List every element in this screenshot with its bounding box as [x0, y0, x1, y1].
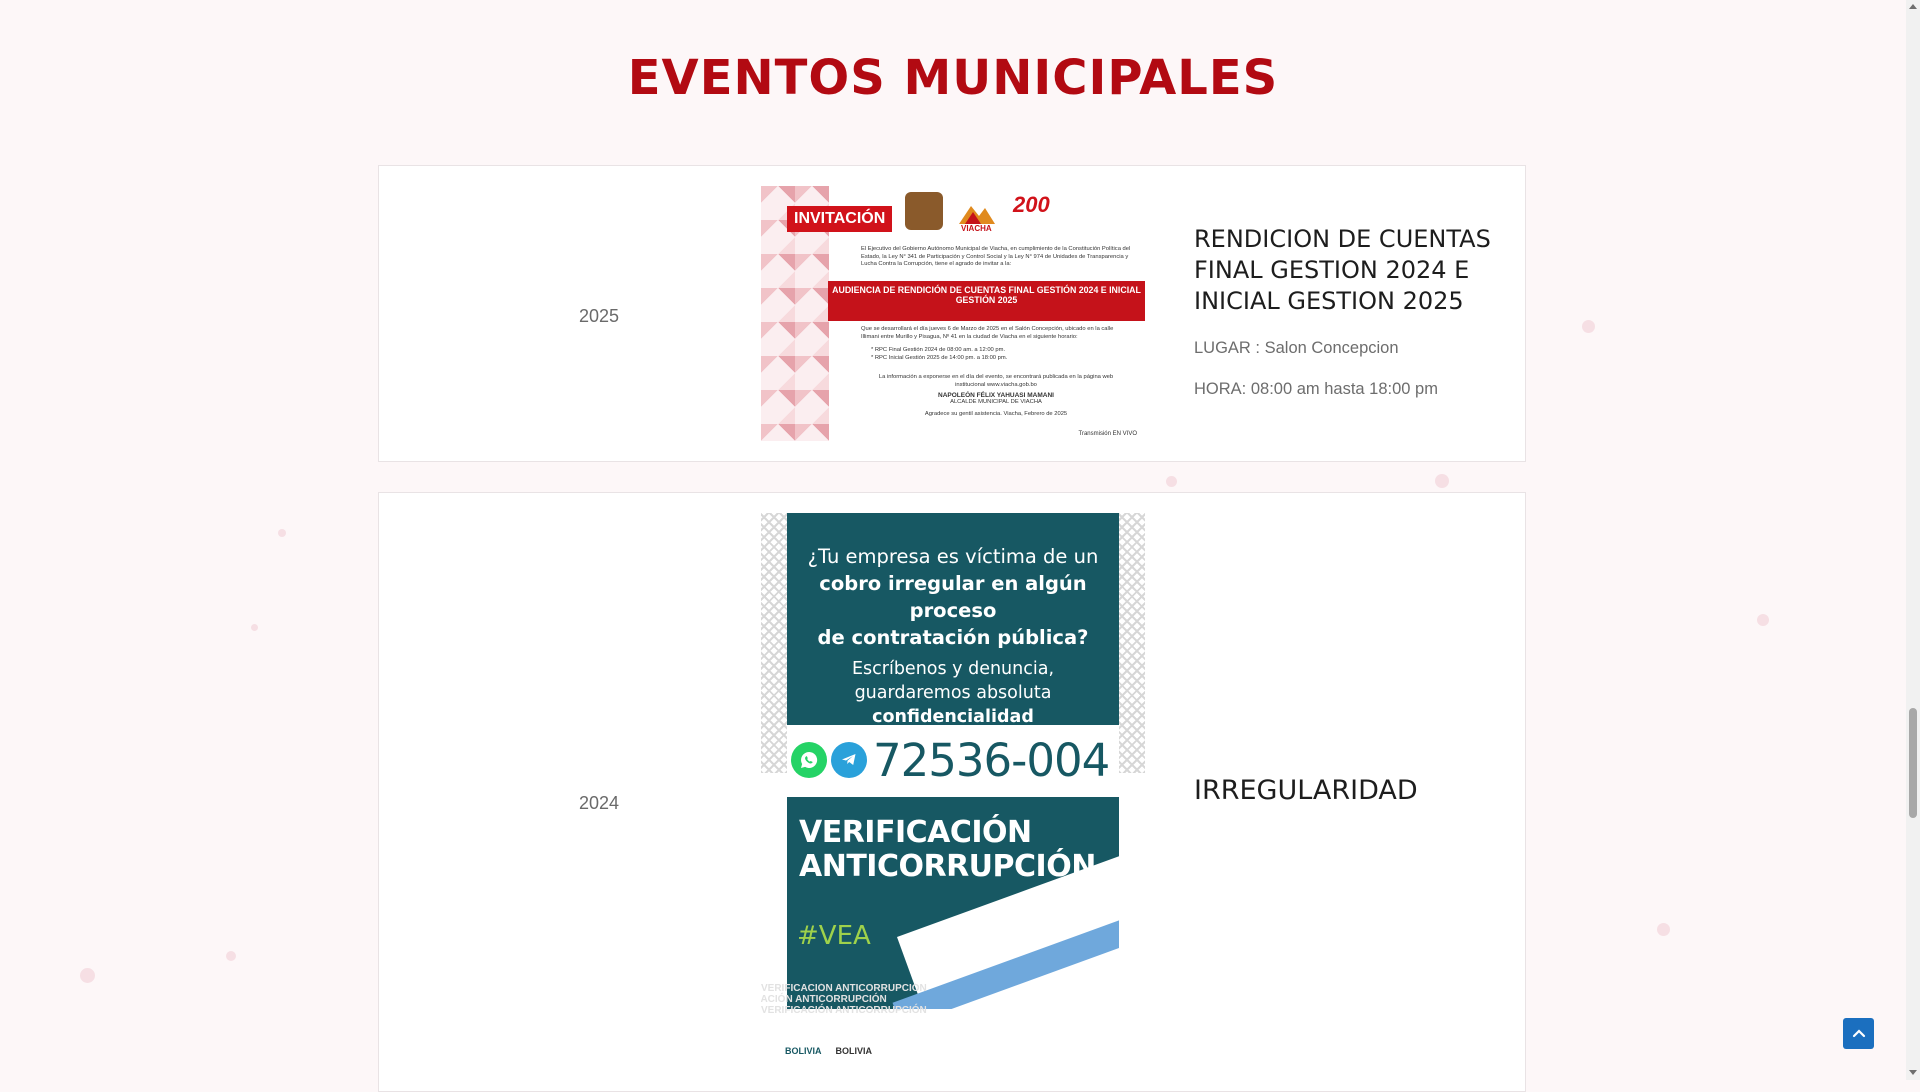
bg-dot — [1166, 476, 1177, 487]
arrow-up-icon — [1852, 1028, 1865, 1037]
page-title: EVENTOS MUNICIPALES — [627, 50, 1279, 106]
scrollbar-thumb[interactable] — [1909, 708, 1917, 818]
poster-watermark-line: VERIFICACIÓN ANTICORRUPCIÓN — [761, 994, 887, 1005]
poster-call-line: confidencialidad — [872, 707, 1034, 727]
bolivia-logo: BOLIVIA — [785, 1046, 822, 1056]
bolivia-logo: BOLIVIA — [835, 1046, 873, 1056]
poster-footer: Transmisión EN VIVO — [1078, 431, 1137, 437]
poster-details-text: Que se desarrollará el día jueves 6 de M… — [861, 326, 1114, 340]
poster-pattern — [1119, 513, 1145, 773]
poster-schedule-item: * RPC Inicial Gestión 2025 de 14:00 pm. … — [871, 355, 1008, 361]
bg-dot — [278, 529, 286, 537]
bg-dot — [1657, 923, 1670, 936]
poster-phone-row: 72536-004 — [787, 731, 1119, 789]
event-time: HORA: 08:00 am hasta 18:00 pm — [1194, 380, 1438, 398]
poster-call-line: guardaremos absoluta — [854, 683, 1052, 703]
viacha-logo: VIACHA — [957, 198, 995, 236]
event-poster-image[interactable]: INVITACIÓN VIACHA 200 El Ejecutivo del G… — [761, 186, 1145, 441]
back-to-top-button[interactable] — [1843, 1018, 1874, 1049]
invitation-badge: INVITACIÓN — [787, 206, 893, 232]
poster-call-line: Escríbenos y denuncia, — [851, 659, 1055, 679]
poster-question-line: de contratación pública? — [817, 626, 1089, 649]
poster-schedule-item: * RPC Final Gestión 2024 de 08:00 am. a … — [871, 347, 1006, 353]
poster-phone-number: 72536-004 — [873, 733, 1110, 787]
svg-text:VIACHA: VIACHA — [961, 224, 992, 232]
event-title: IRREGULARIDAD — [1194, 775, 1418, 806]
poster-question-box: ¿Tu empresa es víctima de un cobro irreg… — [787, 513, 1119, 727]
poster-question-line: cobro irregular en algún proceso — [819, 572, 1087, 622]
poster-question-line: ¿Tu empresa es víctima de un — [807, 545, 1099, 568]
page-scrollbar[interactable] — [1906, 0, 1920, 1080]
event-card: 2024 ¿Tu empresa es víctima de un cobro … — [378, 492, 1526, 1092]
event-poster-image[interactable]: ¿Tu empresa es víctima de un cobro irreg… — [761, 513, 1145, 1073]
poster-closing: Agradece su gentil asistencia. Viacha, F… — [924, 411, 1068, 417]
bicentennial-logo: 200 — [1013, 192, 1050, 217]
bg-dot — [1435, 474, 1449, 488]
bg-dot — [1757, 614, 1769, 626]
poster-note-text: La información a exponerse en el día del… — [878, 374, 1114, 388]
bg-dot — [80, 968, 95, 983]
poster-hashtag: #VEA — [797, 921, 871, 951]
poster-logos-row: BOLIVIA BOLIVIA — [785, 1033, 1125, 1069]
poster-watermark-line: VERIFICACIÓN ANTICORRUPCIÓN — [761, 983, 927, 994]
event-card: 2025 INVITACIÓN VIACHA 200 El Ejecutivo … — [378, 165, 1526, 462]
scroll-up-arrow[interactable] — [1909, 4, 1917, 9]
poster-intro-text: El Ejecutivo del Gobierno Autónomo Munic… — [861, 246, 1131, 267]
poster-watermark-line: VERIFICACIÓN ANTICORRUPCIÓN — [761, 1005, 927, 1016]
bg-dot — [251, 624, 258, 631]
poster-brand-box: VERIFICACIÓN ANTICORRUPCIÓN #VEA — [787, 797, 1119, 1009]
poster-brand-line: ANTICORRUPCIÓN — [799, 849, 1096, 884]
event-year: 2025 — [578, 306, 620, 326]
event-title: RENDICION DE CUENTAS FINAL GESTION 2024 … — [1194, 225, 1491, 315]
event-year: 2024 — [578, 793, 620, 813]
bg-dot — [1582, 320, 1595, 333]
telegram-icon — [831, 742, 867, 778]
poster-event-band: AUDIENCIA DE RENDICIÓN DE CUENTAS FINAL … — [828, 281, 1145, 321]
whatsapp-icon — [791, 742, 827, 778]
event-place: LUGAR : Salon Concepcion — [1194, 339, 1399, 357]
municipal-shield-logo — [905, 192, 943, 230]
poster-pattern — [761, 513, 787, 773]
poster-watermark: VERIFICACIÓN ANTICORRUPCIÓN VERIFICACIÓN… — [761, 983, 1145, 1023]
poster-signer-role: ALCALDE MUNICIPAL DE VIACHA — [950, 399, 1042, 405]
bg-dot — [226, 951, 236, 961]
poster-brand-line: VERIFICACIÓN — [799, 815, 1032, 850]
scroll-down-arrow[interactable] — [1909, 1070, 1917, 1075]
